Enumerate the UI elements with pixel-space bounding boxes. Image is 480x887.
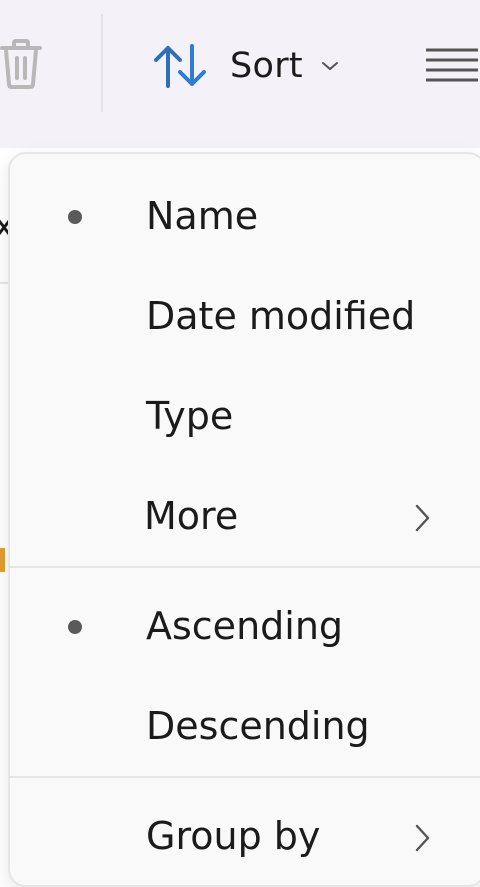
toolbar-divider [101, 14, 103, 112]
menu-separator [10, 776, 480, 778]
command-bar: Sort [0, 0, 480, 148]
selected-bullet-icon [68, 210, 82, 224]
menu-item-group-by[interactable]: Group by [10, 788, 480, 884]
menu-item-type[interactable]: Type [10, 368, 480, 464]
menu-item-label: Date modified [146, 294, 416, 338]
menu-separator [10, 566, 480, 568]
menu-item-label: Name [146, 194, 259, 238]
menu-item-label: More [144, 494, 239, 538]
menu-item-label: Descending [146, 704, 370, 748]
view-icon[interactable] [424, 47, 480, 83]
menu-item-date-modified[interactable]: Date modified [10, 268, 480, 364]
background-text-fragment: x [0, 206, 8, 246]
menu-item-label: Group by [146, 814, 321, 858]
sort-icon [154, 44, 206, 88]
file-explorer-window: Sort x Name Date modified Type More [0, 0, 480, 887]
menu-item-more[interactable]: More [10, 468, 480, 564]
menu-item-label: Type [146, 394, 234, 438]
menu-item-descending[interactable]: Descending [10, 678, 480, 774]
sort-button[interactable]: Sort [140, 34, 360, 98]
menu-item-label: Ascending [146, 604, 344, 648]
sort-menu: Name Date modified Type More Ascending D… [8, 152, 480, 887]
background-folder-fragment [0, 548, 5, 572]
sort-label: Sort [230, 46, 303, 86]
chevron-right-icon [415, 824, 430, 852]
selected-bullet-icon [68, 620, 82, 634]
trash-icon[interactable] [0, 38, 44, 90]
chevron-right-icon [415, 504, 430, 532]
menu-item-name[interactable]: Name [10, 168, 480, 264]
chevron-down-icon [321, 62, 338, 71]
menu-item-ascending[interactable]: Ascending [10, 578, 480, 674]
